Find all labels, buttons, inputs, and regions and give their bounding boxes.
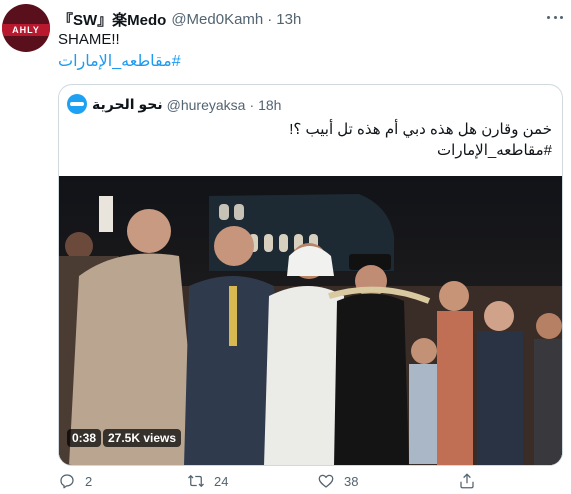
- quoted-header: نحو الحرية @hureyaksa · 18h: [92, 96, 281, 113]
- tweet-hashtag[interactable]: #مقاطعه_الإمارات: [58, 51, 181, 71]
- like-button[interactable]: 38: [317, 470, 358, 492]
- quoted-hashtag: #مقاطعه_الإمارات: [437, 142, 552, 159]
- reply-button[interactable]: 2: [58, 470, 92, 492]
- avatar-logo-text: AHLY: [12, 25, 40, 35]
- tweet-text: SHAME!!: [58, 31, 120, 48]
- action-bar: 2 24 38: [58, 470, 563, 492]
- quoted-tweet[interactable]: نحو الحرية @hureyaksa · 18h خمن وقارن هل…: [58, 84, 563, 466]
- retweet-count: 24: [214, 473, 229, 489]
- author-name[interactable]: 『SW』楽Medo: [58, 9, 166, 30]
- quoted-separator-dot: ·: [249, 96, 255, 113]
- avatar[interactable]: AHLY: [2, 4, 50, 52]
- separator-dot: ·: [267, 10, 273, 28]
- tweet-time[interactable]: 13h: [276, 11, 301, 28]
- share-icon: [460, 473, 474, 489]
- quoted-author-handle: @hureyaksa: [166, 96, 246, 113]
- more-button[interactable]: [544, 10, 566, 24]
- like-icon: [318, 474, 334, 488]
- tweet-header: 『SW』楽Medo @Med0Kamh · 13h: [58, 9, 301, 29]
- quoted-text: خمن وقارن هل هذه دبي أم هذه تل أبيب ؟!: [289, 121, 552, 138]
- video-player[interactable]: 0:38 27.5K views: [59, 176, 562, 465]
- retweet-icon: [188, 474, 204, 488]
- video-frame: [59, 176, 562, 465]
- video-views: 27.5K views: [103, 429, 182, 447]
- quoted-time: 18h: [258, 96, 282, 113]
- reply-count: 2: [85, 473, 93, 489]
- share-button[interactable]: [458, 470, 476, 492]
- author-handle[interactable]: @Med0Kamh: [171, 11, 263, 28]
- quoted-avatar: [67, 94, 87, 114]
- more-icon: [547, 15, 563, 19]
- video-duration: 0:38: [67, 429, 102, 447]
- quoted-author-name: نحو الحرية: [92, 96, 163, 112]
- tweet[interactable]: AHLY 『SW』楽Medo @Med0Kamh · 13h SHAME!! #…: [0, 0, 571, 494]
- like-count: 38: [344, 473, 359, 489]
- retweet-button[interactable]: 24: [187, 470, 228, 492]
- reply-icon: [60, 474, 74, 489]
